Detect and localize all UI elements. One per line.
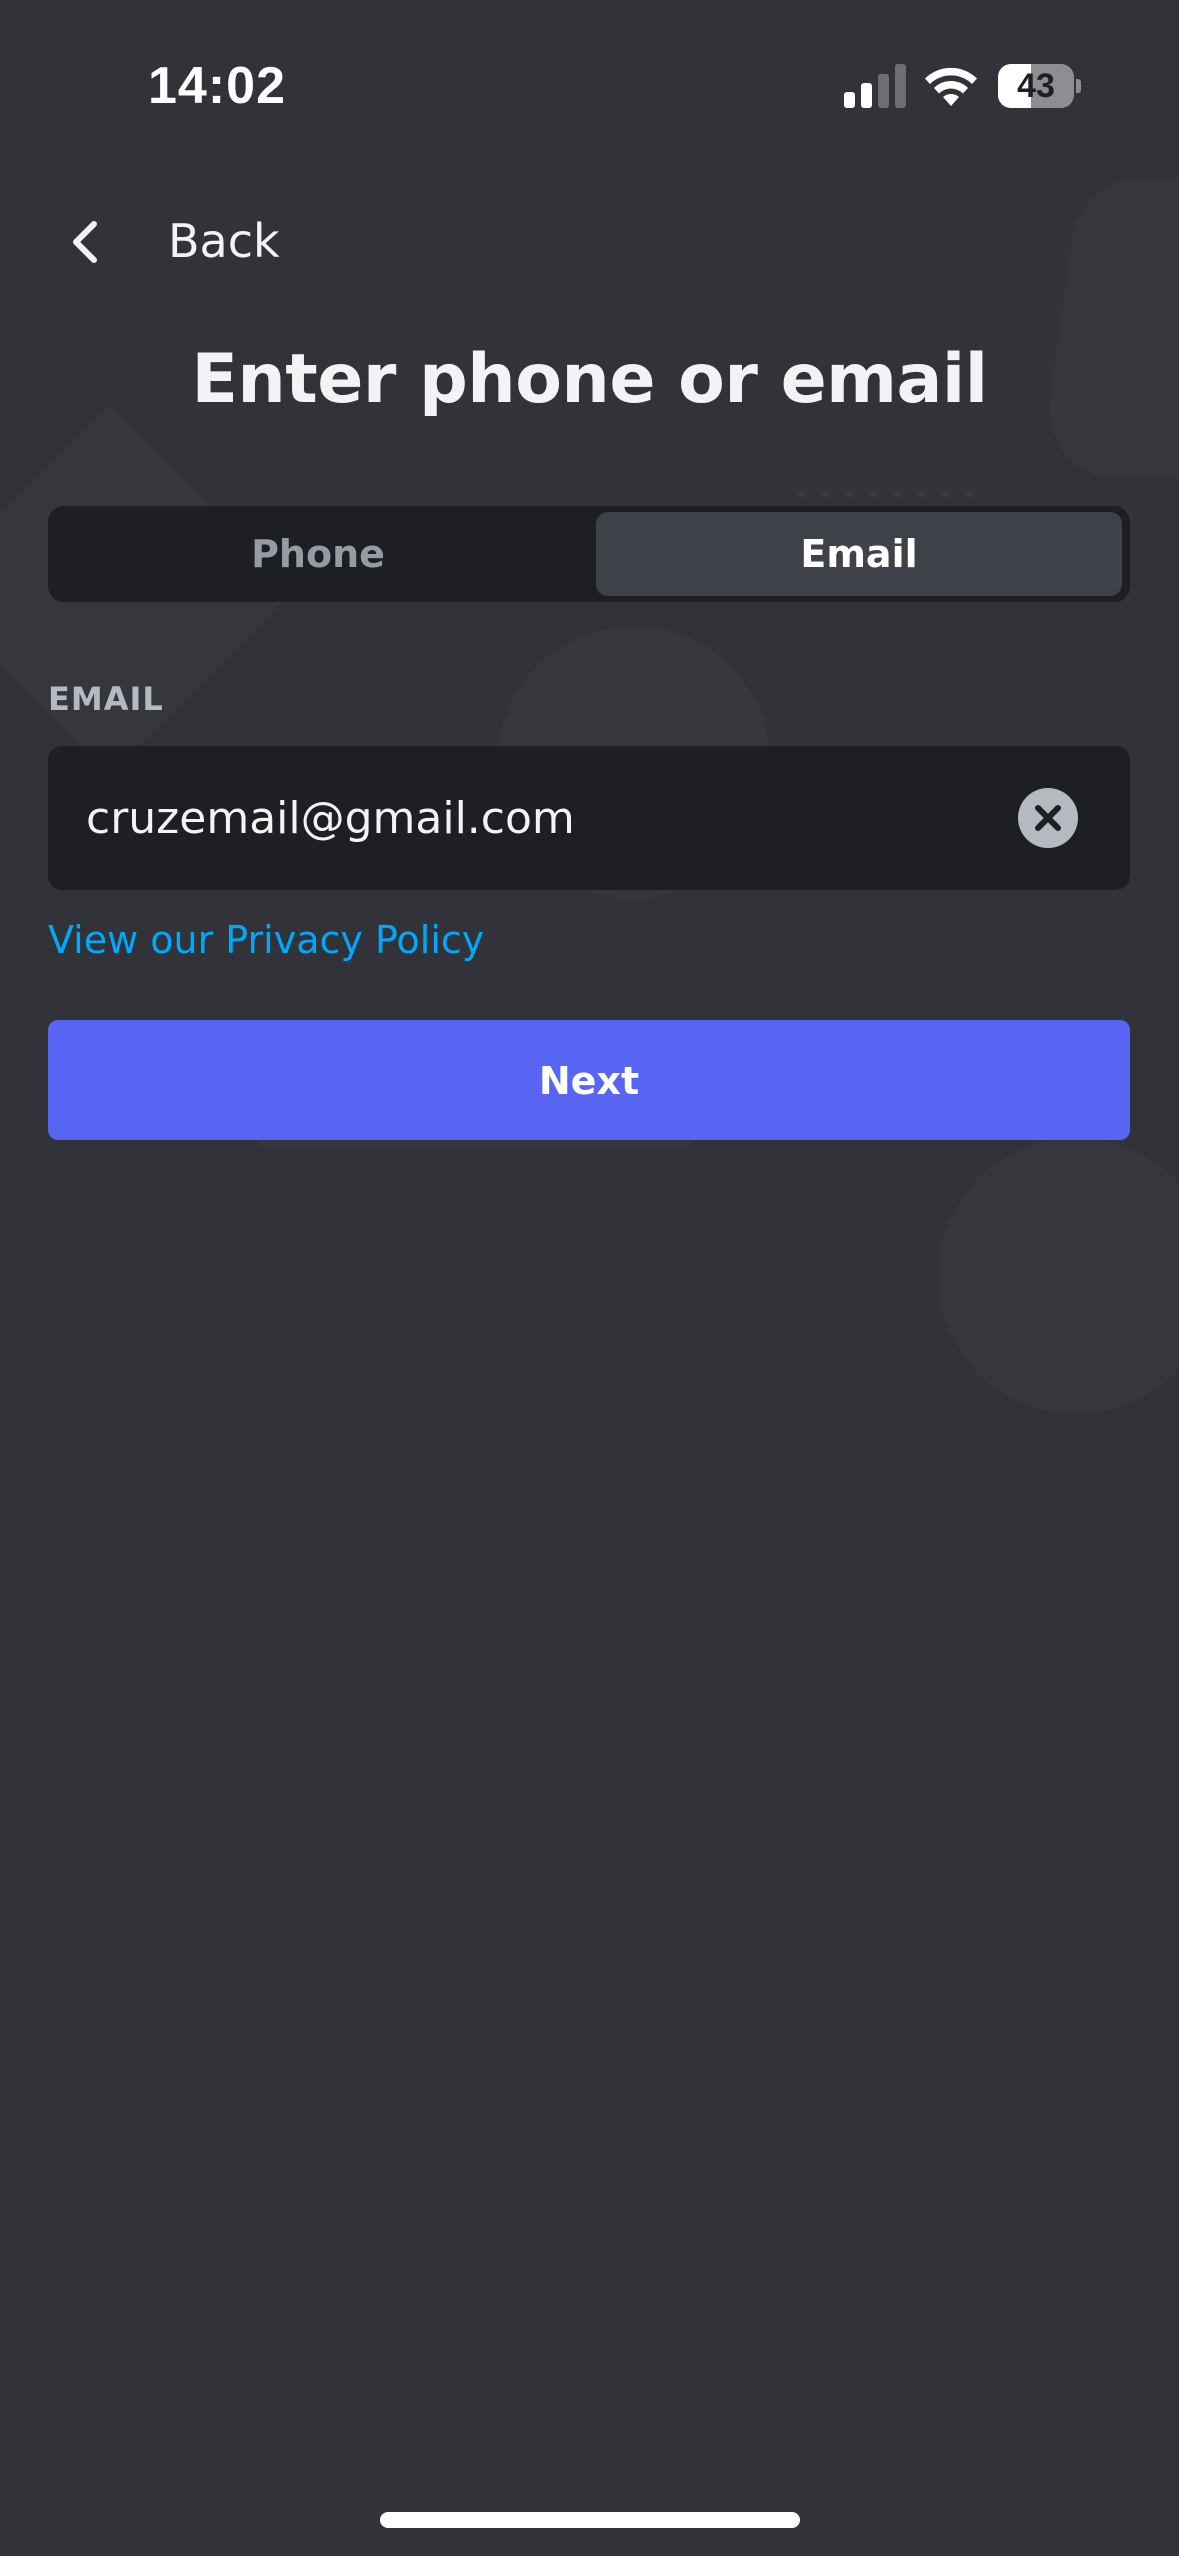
status-time: 14:02 <box>148 57 286 115</box>
battery-body: 43 <box>998 64 1074 108</box>
background-dots <box>790 490 980 498</box>
background-shape <box>1038 178 1179 478</box>
privacy-policy-link[interactable]: View our Privacy Policy <box>48 918 484 962</box>
battery-percentage: 43 <box>1017 67 1055 105</box>
home-indicator[interactable] <box>380 2512 800 2528</box>
next-button[interactable]: Next <box>48 1020 1130 1140</box>
close-circle-icon <box>1035 805 1061 831</box>
login-screen: 14:02 43 Back Enter phone or email Phone… <box>0 0 1179 2556</box>
email-field-label: EMAIL <box>48 680 164 718</box>
back-button[interactable]: Back <box>48 200 308 284</box>
page-title: Enter phone or email <box>191 340 988 419</box>
battery-icon: 43 <box>998 64 1081 108</box>
email-input[interactable] <box>86 746 1006 890</box>
clear-input-button[interactable] <box>1018 788 1078 848</box>
tab-phone[interactable]: Phone <box>54 512 582 596</box>
wifi-icon <box>925 67 977 106</box>
signal-icon <box>844 64 906 108</box>
email-field <box>48 746 1130 890</box>
back-label: Back <box>168 214 280 268</box>
tab-email[interactable]: Email <box>596 512 1122 596</box>
chevron-left-icon <box>73 221 97 263</box>
battery-tip <box>1076 79 1081 93</box>
background-circle-shape <box>938 1138 1179 1414</box>
phone-email-toggle: Phone Email <box>48 506 1130 602</box>
status-bar: 14:02 43 <box>0 0 1179 170</box>
